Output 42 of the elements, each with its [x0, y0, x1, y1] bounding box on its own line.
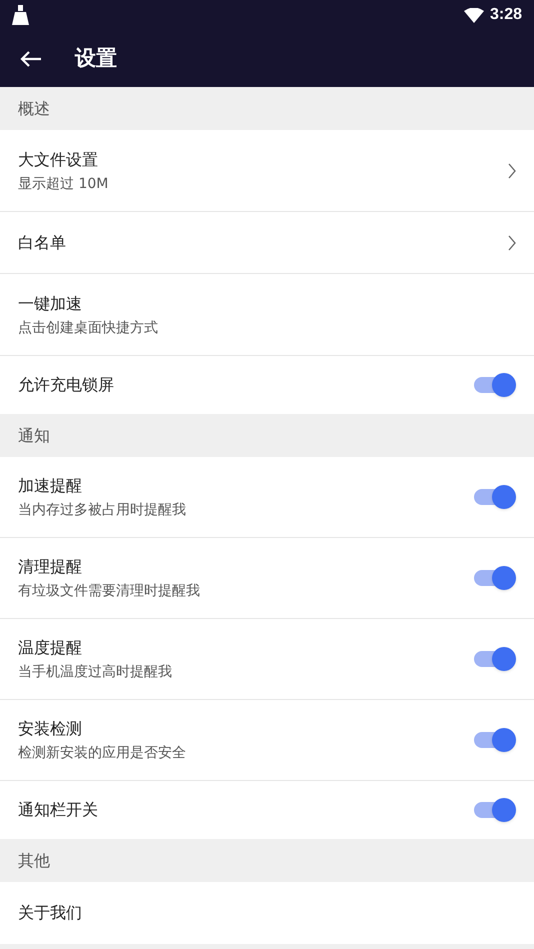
broom-icon	[12, 5, 29, 25]
section-header: 通知	[18, 424, 50, 446]
toggle-switch[interactable]	[474, 485, 516, 509]
toggle-switch[interactable]	[474, 647, 516, 671]
settings-row[interactable]: 清理提醒 有垃圾文件需要清理时提醒我	[0, 538, 534, 619]
settings-row[interactable]: 允许充电锁屏	[0, 356, 534, 414]
row-subtitle: 当手机温度过高时提醒我	[18, 663, 173, 682]
back-arrow-icon[interactable]	[20, 50, 42, 68]
section-header: 其他	[18, 850, 50, 872]
page-title: 设置	[75, 44, 117, 72]
settings-row[interactable]: 通知栏开关	[0, 781, 534, 839]
settings-row[interactable]: 加速提醒 当内存过多被占用时提醒我	[0, 457, 534, 538]
wifi-icon	[464, 8, 484, 22]
row-subtitle: 当内存过多被占用时提醒我	[18, 501, 187, 520]
chevron-icon	[508, 234, 516, 250]
status-time: 3:28	[490, 5, 522, 25]
toggle-switch[interactable]	[474, 373, 516, 397]
row-title: 大文件设置	[18, 148, 99, 170]
toggle-switch[interactable]	[474, 566, 516, 590]
row-title: 白名单	[18, 232, 67, 254]
row-title: 安装检测	[18, 718, 83, 740]
row-title: 允许充电锁屏	[18, 374, 115, 396]
row-title: 关于我们	[18, 902, 83, 924]
row-subtitle: 点击创建桌面快捷方式	[18, 318, 159, 338]
chevron-icon	[508, 162, 516, 178]
row-subtitle: 有垃圾文件需要清理时提醒我	[18, 582, 201, 601]
row-subtitle: 检测新安装的应用是否安全	[18, 744, 187, 763]
settings-row[interactable]: 大文件设置 显示超过 10M	[0, 130, 534, 212]
settings-row[interactable]: 安装检测 检测新安装的应用是否安全	[0, 700, 534, 781]
settings-row[interactable]: 一键加速 点击创建桌面快捷方式	[0, 274, 534, 356]
section-header: 概述	[18, 98, 50, 120]
row-title: 清理提醒	[18, 556, 83, 578]
row-title: 温度提醒	[18, 637, 83, 659]
row-title: 通知栏开关	[18, 799, 99, 821]
settings-row[interactable]: 白名单	[0, 212, 534, 274]
toggle-switch[interactable]	[474, 798, 516, 822]
row-subtitle: 显示超过 10M	[18, 174, 110, 194]
row-title: 加速提醒	[18, 475, 83, 497]
settings-row[interactable]: 关于我们	[0, 882, 534, 944]
row-title: 一键加速	[18, 292, 83, 314]
toggle-switch[interactable]	[474, 728, 516, 752]
settings-row[interactable]: 温度提醒 当手机温度过高时提醒我	[0, 619, 534, 700]
